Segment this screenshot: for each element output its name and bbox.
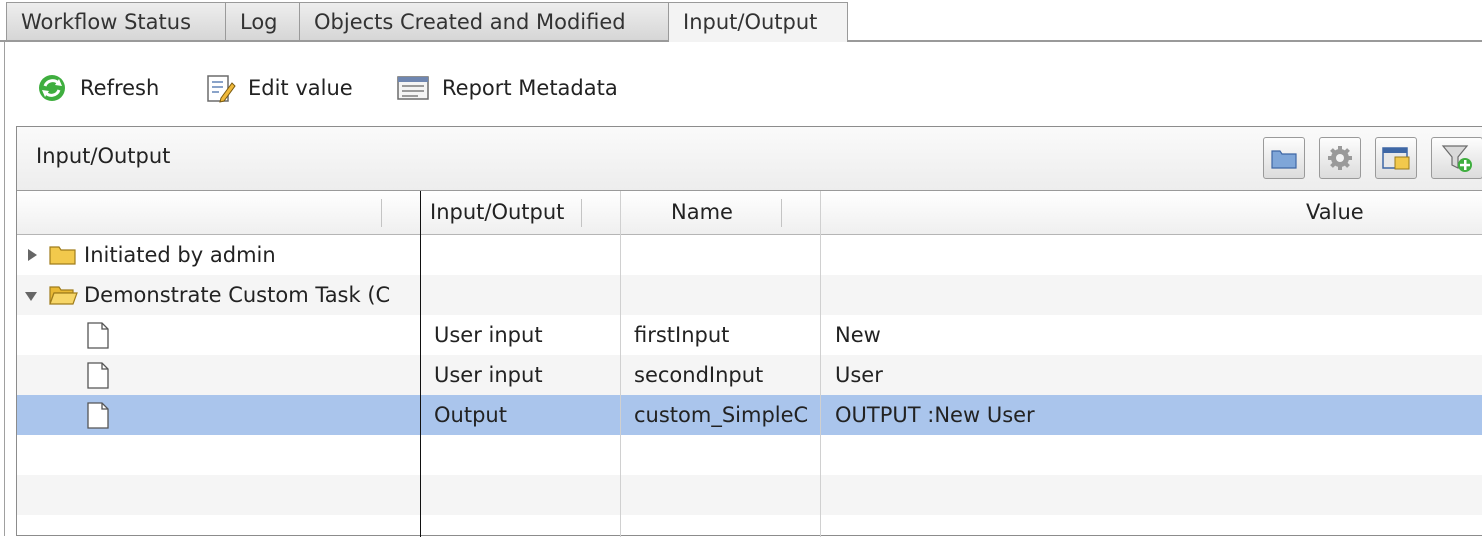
- name-cell: custom_SimpleC: [634, 403, 809, 427]
- io-cell: User input: [434, 323, 543, 347]
- tab-log[interactable]: Log: [225, 2, 300, 40]
- value-cell: User: [835, 363, 883, 387]
- column-resize-handle[interactable]: [581, 199, 582, 227]
- table-row[interactable]: User input firstInput New: [17, 315, 1482, 355]
- refresh-button[interactable]: Refresh: [36, 66, 159, 110]
- edit-value-button[interactable]: Edit value: [204, 66, 353, 110]
- add-filter-button[interactable]: [1431, 137, 1482, 179]
- tree-label: Demonstrate Custom Task (C: [84, 283, 391, 307]
- table-row-selected[interactable]: Output custom_SimpleC OUTPUT :New User: [17, 395, 1482, 435]
- column-header-name[interactable]: Name: [671, 191, 733, 234]
- folder-icon: [49, 246, 76, 265]
- folder-button[interactable]: [1263, 137, 1305, 179]
- column-resize-handle[interactable]: [781, 199, 782, 227]
- column-divider: [620, 191, 621, 537]
- name-cell: firstInput: [634, 323, 730, 347]
- report-metadata-button[interactable]: Report Metadata: [396, 66, 618, 110]
- document-icon: [87, 362, 109, 389]
- column-resize-handle[interactable]: [381, 199, 382, 227]
- folder-icon: [1271, 150, 1297, 169]
- value-cell: OUTPUT :New User: [835, 403, 1035, 427]
- tree-row-initiated-by-admin[interactable]: Initiated by admin: [17, 235, 1482, 275]
- tab-workflow-status[interactable]: Workflow Status: [6, 2, 226, 40]
- column-header-input-output[interactable]: Input/Output: [430, 191, 564, 234]
- open-folder-icon: [49, 286, 78, 305]
- input-output-grid: Input/Output Input/Output Name Value Ini…: [16, 126, 1482, 537]
- name-cell: secondInput: [634, 363, 764, 387]
- tree-row-demonstrate-custom-task[interactable]: Demonstrate Custom Task (C: [17, 275, 1482, 315]
- tree-label: Initiated by admin: [84, 243, 276, 267]
- export-button[interactable]: [1375, 137, 1417, 179]
- edit-document-icon: [207, 75, 236, 103]
- report-icon: [397, 76, 429, 100]
- grid-title-bar: Input/Output: [17, 127, 1482, 191]
- io-cell: Output: [434, 403, 507, 427]
- tab-objects-created-and-modified[interactable]: Objects Created and Modified: [299, 2, 669, 40]
- column-divider: [820, 191, 821, 537]
- empty-row: [17, 475, 1482, 515]
- document-icon: [87, 402, 109, 429]
- settings-button[interactable]: [1319, 137, 1361, 179]
- value-cell: New: [835, 323, 881, 347]
- refresh-icon: [39, 75, 65, 101]
- export-icon: [1382, 147, 1410, 170]
- empty-row: [17, 435, 1482, 475]
- expand-arrow-icon[interactable]: [25, 248, 39, 262]
- collapse-arrow-icon[interactable]: [24, 289, 38, 303]
- io-cell: User input: [434, 363, 543, 387]
- column-header-row: Input/Output Name Value: [17, 191, 1482, 235]
- filter-add-icon: [1441, 145, 1472, 172]
- tab-input-output[interactable]: Input/Output: [668, 2, 848, 42]
- table-row[interactable]: User input secondInput User: [17, 355, 1482, 395]
- grid-title: Input/Output: [36, 144, 171, 168]
- gear-icon: [1328, 146, 1352, 170]
- column-header-value[interactable]: Value: [1306, 191, 1364, 234]
- frozen-column-divider: [420, 191, 421, 537]
- tab-bar: Workflow Status Log Objects Created and …: [0, 0, 1482, 42]
- document-icon: [87, 322, 109, 349]
